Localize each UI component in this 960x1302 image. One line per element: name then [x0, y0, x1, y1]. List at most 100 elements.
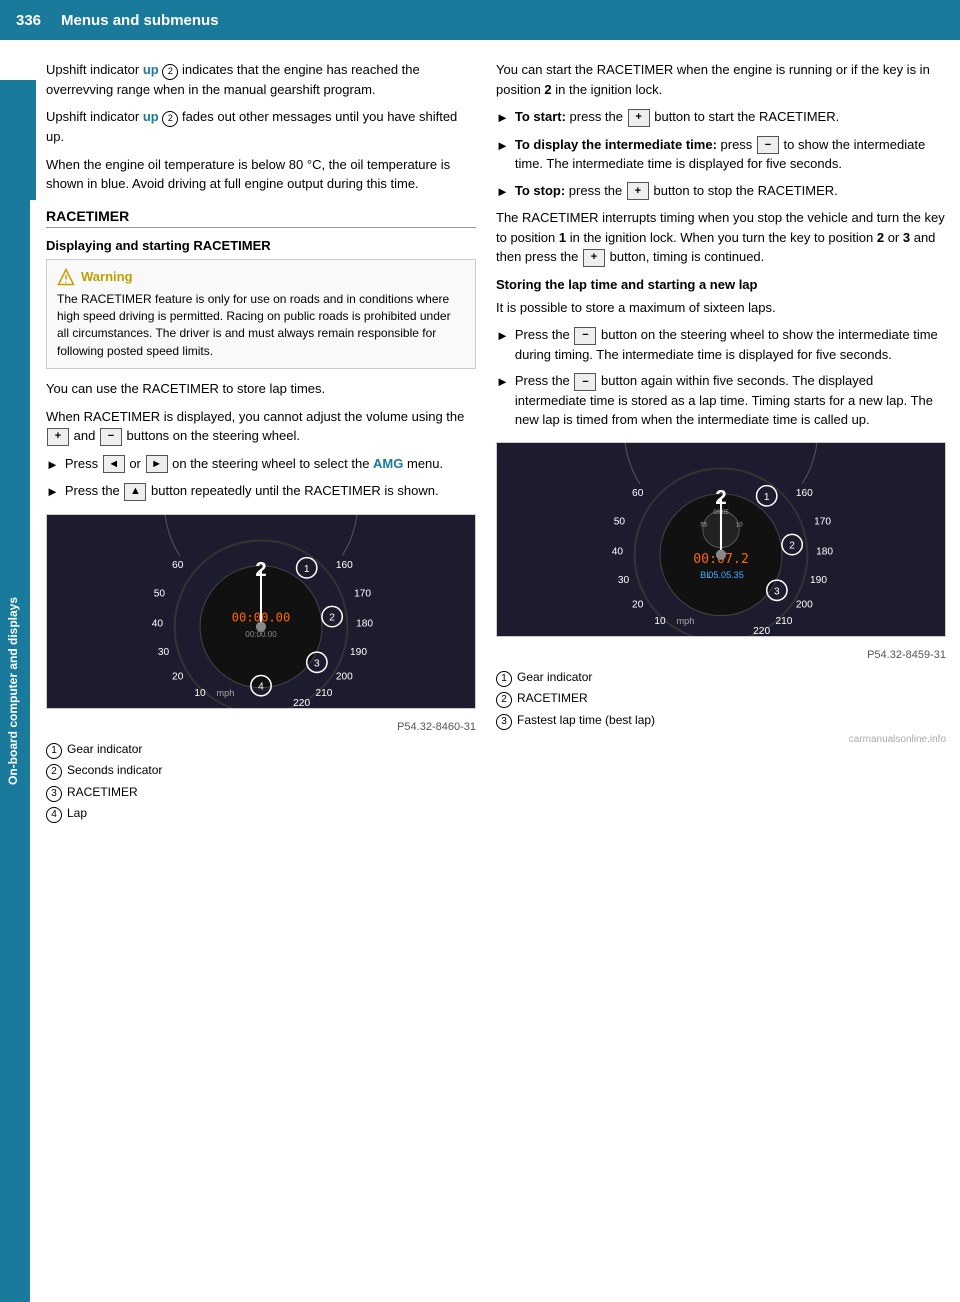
svg-text:220: 220 — [293, 698, 310, 708]
s-minus-btn-2: − — [574, 373, 596, 391]
figure1-caption-list: 1 Gear indicator 2 Seconds indicator 3 R… — [46, 739, 476, 825]
svg-text:60: 60 — [632, 488, 644, 499]
svg-text:180: 180 — [356, 618, 373, 629]
up-label: up — [143, 62, 159, 77]
svg-text:170: 170 — [354, 588, 371, 599]
right-body-p1: The RACETIMER interrupts timing when you… — [496, 208, 946, 267]
up-btn: ▲ — [124, 483, 146, 501]
svg-text:180: 180 — [816, 546, 833, 557]
r-plus-btn-1: + — [628, 109, 650, 127]
figure1-container: 60 50 40 30 20 10 160 170 180 190 200 21… — [46, 514, 476, 825]
r-cap-text-1: Gear indicator — [517, 667, 592, 689]
intro-p2: Upshift indicator up 2 fades out other m… — [46, 107, 476, 146]
storing-bullet-2: ► Press the − button again within five s… — [496, 371, 946, 430]
cap-text-2: Seconds indicator — [67, 760, 162, 782]
svg-text:10: 10 — [654, 616, 666, 627]
svg-text:05.05.35: 05.05.35 — [708, 570, 744, 580]
svg-text:170: 170 — [814, 516, 831, 527]
warning-header: Warning — [57, 268, 465, 286]
svg-text:3: 3 — [774, 586, 780, 597]
bullet-1: ► Press ◄ or ► on the steering wheel to … — [46, 454, 476, 475]
amg-label: AMG — [373, 456, 403, 471]
r-cap-text-3: Fastest lap time (best lap) — [517, 710, 655, 732]
svg-text:200: 200 — [796, 599, 813, 610]
s-bullet-text-2: Press the − button again within five sec… — [515, 371, 946, 430]
svg-text:mph: mph — [217, 687, 235, 697]
warning-box: Warning The RACETIMER feature is only fo… — [46, 259, 476, 370]
cap-row-1: 1 Gear indicator — [46, 739, 476, 761]
plus-btn: + — [47, 428, 69, 446]
svg-text:200: 200 — [336, 671, 353, 682]
svg-text:210: 210 — [776, 616, 793, 627]
storing-intro: It is possible to store a maximum of six… — [496, 298, 946, 318]
r-cap-row-2: 2 RACETIMER — [496, 688, 946, 710]
body-p1: You can use the RACETIMER to store lap t… — [46, 379, 476, 399]
svg-text:190: 190 — [810, 575, 827, 586]
bullet-text-2: Press the ▲ button repeatedly until the … — [65, 481, 476, 502]
circle-2b: 2 — [162, 111, 178, 127]
bullet-text-1: Press ◄ or ► on the steering wheel to se… — [65, 454, 476, 475]
r-cap-num-3: 3 — [496, 714, 512, 730]
main-content: Upshift indicator up 2 indicates that th… — [36, 40, 960, 845]
right-bullet-3: ► To stop: press the + button to stop th… — [496, 181, 946, 202]
warning-text: The RACETIMER feature is only for use on… — [57, 291, 465, 361]
figure2-container: 60 50 40 30 20 10 160 170 180 190 200 21… — [496, 442, 946, 732]
r-arrow-3: ► — [496, 182, 509, 202]
svg-text:40: 40 — [612, 546, 624, 557]
r-bullet-text-3: To stop: press the + button to stop the … — [515, 181, 946, 202]
body-p2: When RACETIMER is displayed, you cannot … — [46, 407, 476, 446]
svg-text:160: 160 — [796, 488, 813, 499]
intro-p3: When the engine oil temperature is below… — [46, 155, 476, 194]
cap-num-3: 3 — [46, 786, 62, 802]
right-bullet-1: ► To start: press the + button to start … — [496, 107, 946, 128]
r-plus-btn-2: + — [627, 182, 649, 200]
arrow-icon-2: ► — [46, 482, 59, 502]
svg-text:60: 60 — [172, 559, 184, 570]
svg-text:1: 1 — [304, 564, 310, 575]
svg-text:190: 190 — [350, 647, 367, 658]
svg-text:30: 30 — [158, 647, 170, 658]
svg-text:mph: mph — [677, 616, 695, 626]
r-cap-row-3: 3 Fastest lap time (best lap) — [496, 710, 946, 732]
s-arrow-1: ► — [496, 326, 509, 364]
to-stop-label: To stop: — [515, 183, 565, 198]
r-arrow-1: ► — [496, 108, 509, 128]
displaying-title: Displaying and starting RACETIMER — [46, 238, 476, 253]
pos-2: 2 — [877, 230, 884, 245]
to-display-label: To display the intermediate time: — [515, 137, 717, 152]
arrow-icon-1: ► — [46, 455, 59, 475]
cap-text-1: Gear indicator — [67, 739, 142, 761]
intro-p1: Upshift indicator up 2 indicates that th… — [46, 60, 476, 99]
svg-text:2: 2 — [329, 612, 335, 623]
r-cap-text-2: RACETIMER — [517, 688, 588, 710]
cap-num-2: 2 — [46, 764, 62, 780]
figure1-image: 60 50 40 30 20 10 160 170 180 190 200 21… — [46, 514, 476, 709]
svg-text:220: 220 — [753, 626, 770, 636]
position-2: 2 — [544, 82, 551, 97]
sidebar-label: On-board computer and displays — [0, 80, 30, 1302]
r-arrow-2: ► — [496, 136, 509, 174]
r-bullet-text-1: To start: press the + button to start th… — [515, 107, 946, 128]
r-bullet-text-2: To display the intermediate time: press … — [515, 135, 946, 174]
svg-text:10: 10 — [736, 521, 743, 528]
svg-text:40: 40 — [152, 618, 164, 629]
racetimer-title: RACETIMER — [46, 208, 476, 228]
page-number: 336 — [16, 12, 41, 29]
svg-text:50: 50 — [154, 588, 166, 599]
r-cap-num-1: 1 — [496, 671, 512, 687]
svg-text:3: 3 — [314, 658, 320, 669]
cap-row-3: 3 RACETIMER — [46, 782, 476, 804]
to-start-label: To start: — [515, 109, 566, 124]
sidebar-accent — [30, 80, 36, 200]
minus-btn: − — [100, 428, 122, 446]
bullet-2: ► Press the ▲ button repeatedly until th… — [46, 481, 476, 502]
s-bullet-text-1: Press the − button on the steering wheel… — [515, 325, 946, 364]
svg-text:10: 10 — [194, 687, 206, 698]
warning-icon — [57, 268, 75, 286]
up-label2: up — [143, 109, 159, 124]
left-btn: ◄ — [103, 455, 125, 473]
watermark: carmanualsonline.info — [496, 734, 946, 745]
svg-text:20: 20 — [172, 671, 184, 682]
s-arrow-2: ► — [496, 372, 509, 430]
r-cap-num-2: 2 — [496, 692, 512, 708]
